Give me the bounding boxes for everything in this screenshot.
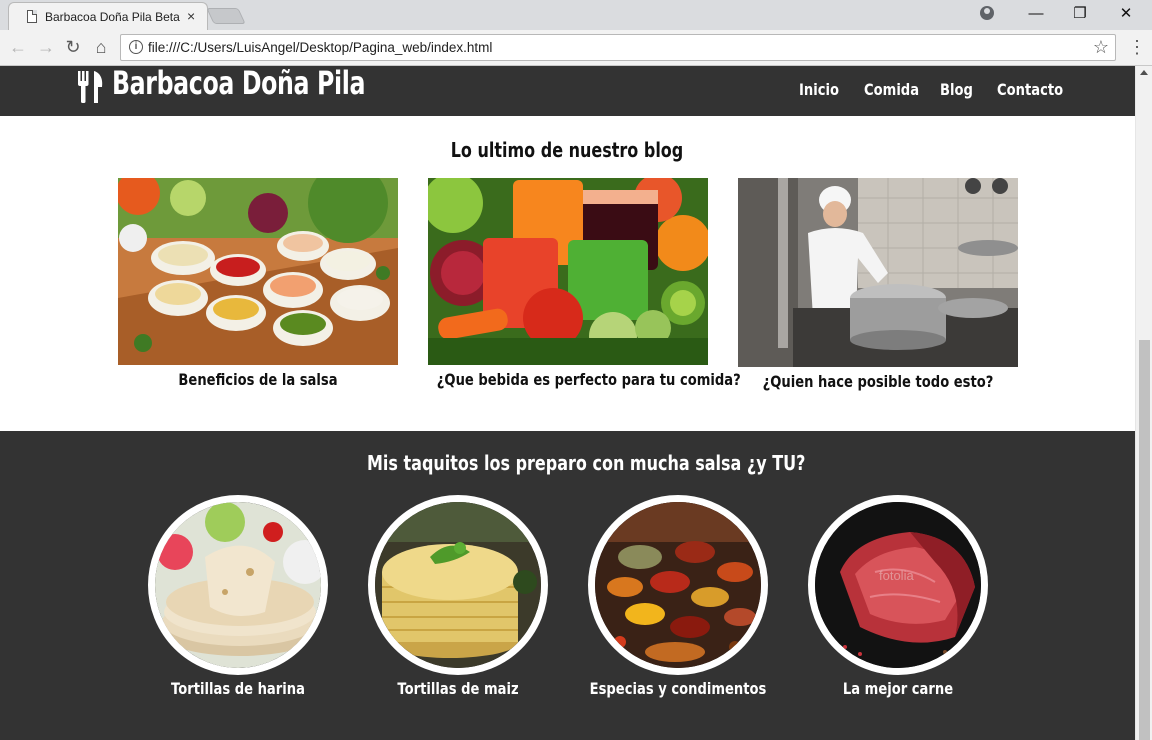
- info-icon[interactable]: i: [129, 40, 143, 54]
- tab-title: Barbacoa Doña Pila Beta: [45, 10, 180, 24]
- blog-section-title: Lo ultimo de nuestro blog: [450, 138, 684, 162]
- spices-image[interactable]: [588, 495, 768, 675]
- blog-post-title[interactable]: ¿Que bebida es perfecto para tu comida?: [437, 370, 741, 389]
- browser-toolbar: ← → ↻ ⌂ i file:///C:/Users/LuisAngel/Des…: [0, 30, 1152, 66]
- nav-comida[interactable]: Comida: [864, 80, 919, 99]
- blog-post-title[interactable]: Beneficios de la salsa: [127, 370, 389, 389]
- minimize-button[interactable]: —: [1014, 2, 1058, 26]
- profile-icon[interactable]: [980, 6, 994, 20]
- browser-tab-bar: Barbacoa Doña Pila Beta × — ❐ ✕: [0, 0, 1152, 30]
- scroll-up-icon[interactable]: [1140, 70, 1148, 75]
- watermark-text: fotolia: [879, 568, 914, 583]
- juices-image[interactable]: [428, 178, 708, 365]
- back-button[interactable]: ←: [7, 36, 29, 58]
- nav-contacto[interactable]: Contacto: [997, 80, 1063, 99]
- cook-kitchen-image[interactable]: [738, 178, 1018, 367]
- star-icon[interactable]: ☆: [1093, 37, 1109, 58]
- browser-tab[interactable]: Barbacoa Doña Pila Beta ×: [8, 2, 208, 30]
- forward-button[interactable]: →: [35, 36, 57, 58]
- vertical-scrollbar[interactable]: [1135, 66, 1152, 740]
- url-text[interactable]: file:///C:/Users/LuisAngel/Desktop/Pagin…: [148, 40, 492, 55]
- blog-post-title[interactable]: ¿Quien hace posible todo esto?: [747, 372, 1009, 391]
- web-page: Barbacoa Doña Pila Inicio Comida Blog Co…: [0, 66, 1135, 740]
- blog-card[interactable]: Beneficios de la salsa: [118, 178, 398, 389]
- product-label[interactable]: Especias y condimentos: [580, 679, 777, 698]
- product-tortillas-maiz[interactable]: Tortillas de maiz: [368, 495, 548, 715]
- new-tab-button[interactable]: [206, 8, 246, 24]
- corn-tortillas-image[interactable]: [368, 495, 548, 675]
- close-window-button[interactable]: ✕: [1104, 2, 1148, 26]
- salsa-bowls-image[interactable]: [118, 178, 398, 365]
- product-carne[interactable]: fotolia La mejor carne: [808, 495, 988, 715]
- products-section-title: Mis taquitos los preparo con mucha salsa…: [367, 451, 806, 475]
- page-viewport: Barbacoa Doña Pila Inicio Comida Blog Co…: [0, 66, 1152, 740]
- site-logo-text[interactable]: Barbacoa Doña Pila: [112, 66, 365, 102]
- site-header: Barbacoa Doña Pila Inicio Comida Blog Co…: [0, 66, 1135, 116]
- address-bar[interactable]: i file:///C:/Users/LuisAngel/Desktop/Pag…: [120, 34, 1116, 61]
- blog-section: Lo ultimo de nuestro blog Beneficios de …: [0, 116, 1135, 431]
- reload-button[interactable]: ↻: [62, 36, 84, 58]
- tab-close-button[interactable]: ×: [187, 8, 195, 24]
- meat-image[interactable]: fotolia: [808, 495, 988, 675]
- nav-inicio[interactable]: Inicio: [799, 80, 839, 99]
- page-icon: [27, 10, 37, 23]
- fork-knife-icon: [78, 71, 103, 103]
- blog-card[interactable]: ¿Quien hace posible todo esto?: [738, 178, 1018, 391]
- product-label[interactable]: La mejor carne: [800, 679, 997, 698]
- restore-button[interactable]: ❐: [1058, 2, 1102, 26]
- nav-blog[interactable]: Blog: [940, 80, 973, 99]
- product-tortillas-harina[interactable]: Tortillas de harina: [148, 495, 328, 715]
- product-label[interactable]: Tortillas de maiz: [360, 679, 557, 698]
- flour-tortillas-image[interactable]: [148, 495, 328, 675]
- scrollbar-thumb[interactable]: [1139, 340, 1150, 740]
- product-especias[interactable]: Especias y condimentos: [588, 495, 768, 715]
- menu-icon[interactable]: ⋮: [1128, 36, 1146, 58]
- products-section: Mis taquitos los preparo con mucha salsa…: [0, 431, 1135, 740]
- blog-card[interactable]: ¿Que bebida es perfecto para tu comida?: [428, 178, 741, 389]
- home-button[interactable]: ⌂: [90, 36, 112, 58]
- product-label[interactable]: Tortillas de harina: [140, 679, 337, 698]
